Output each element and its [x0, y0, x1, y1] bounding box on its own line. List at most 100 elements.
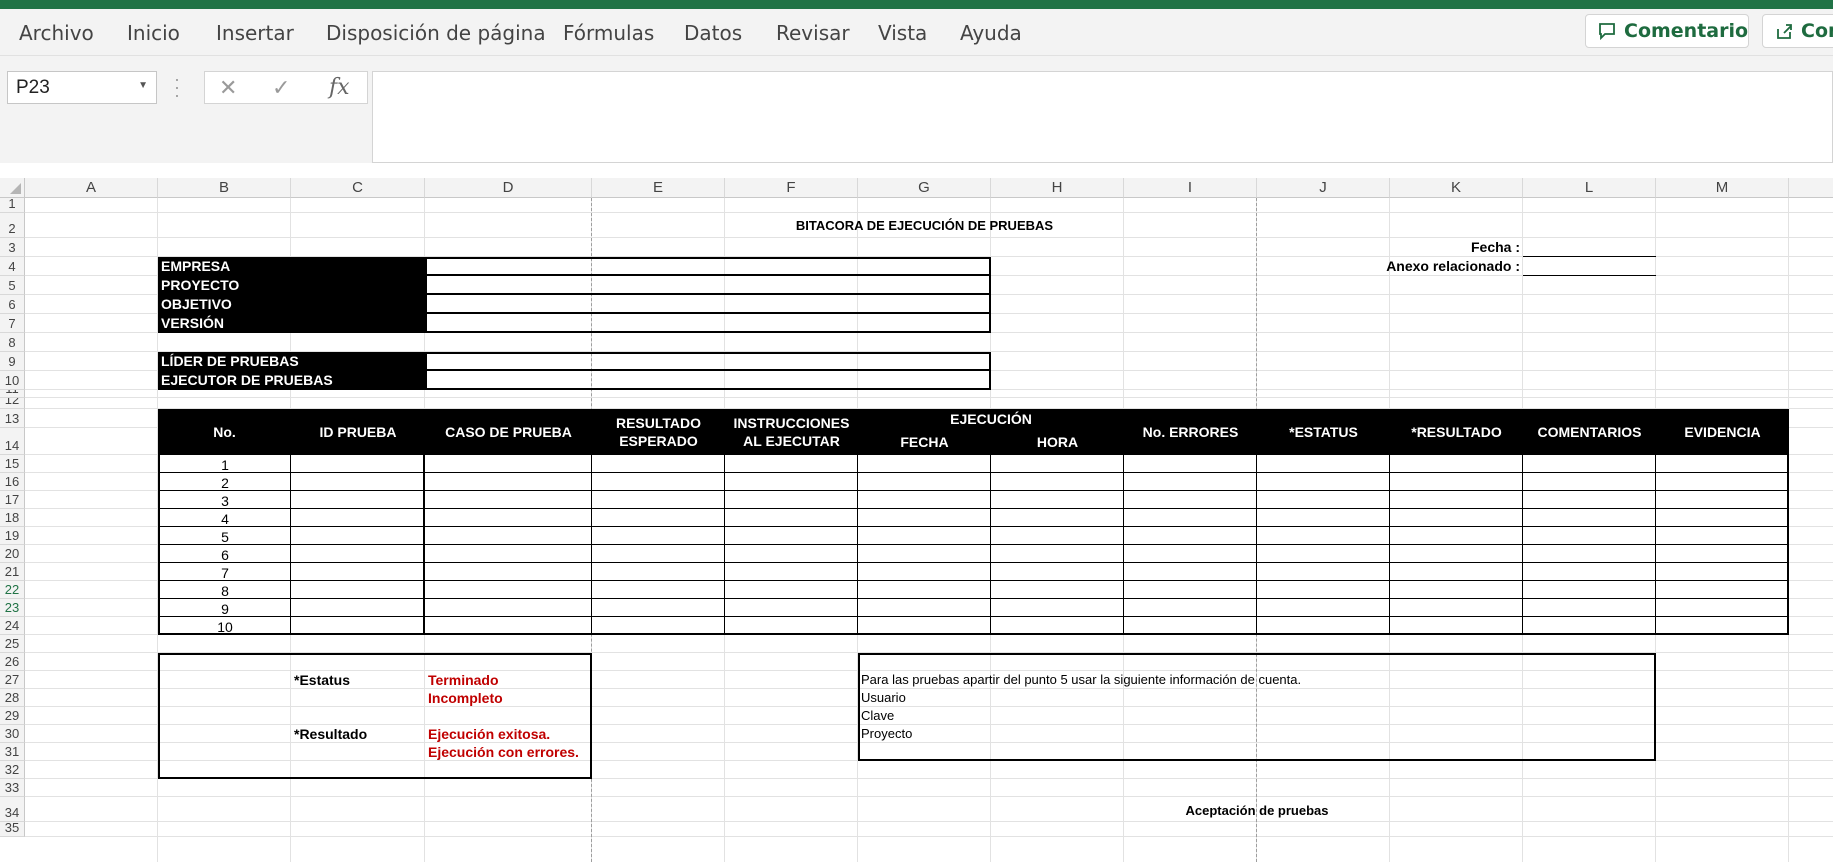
info-input-1[interactable] [425, 257, 991, 276]
row-header-32[interactable]: 32 [0, 761, 25, 779]
table-cell[interactable] [991, 509, 1124, 527]
row-header-29[interactable]: 29 [0, 707, 25, 725]
info-input-2[interactable] [425, 276, 991, 295]
column-header-c[interactable]: C [291, 178, 425, 198]
table-cell[interactable] [592, 563, 725, 581]
table-cell[interactable] [592, 509, 725, 527]
spreadsheet-grid[interactable]: ABCDEFGHIJKLM 12345678910111213141516171… [0, 178, 1833, 862]
table-cell[interactable] [1124, 491, 1257, 509]
table-cell[interactable] [991, 455, 1124, 473]
table-cell[interactable] [1390, 581, 1523, 599]
row-header-13[interactable]: 13 [0, 409, 25, 428]
info-input-3[interactable] [425, 295, 991, 314]
row-header-16[interactable]: 16 [0, 473, 25, 491]
table-cell[interactable] [1656, 545, 1789, 563]
row-header-2[interactable]: 2 [0, 213, 25, 238]
more-options-icon[interactable]: · · · [174, 70, 180, 104]
row-number-cell[interactable]: 3 [158, 491, 291, 509]
table-cell[interactable] [592, 527, 725, 545]
row-header-20[interactable]: 20 [0, 545, 25, 563]
info-input-4[interactable] [425, 314, 991, 333]
row-header-14[interactable]: 14 [0, 428, 25, 455]
table-cell[interactable] [1390, 545, 1523, 563]
table-cell[interactable] [1656, 599, 1789, 617]
column-header-e[interactable]: E [592, 178, 725, 198]
table-cell[interactable] [291, 527, 425, 545]
table-cell[interactable] [725, 509, 858, 527]
row-header-9[interactable]: 9 [0, 352, 25, 371]
row-number-cell[interactable]: 5 [158, 527, 291, 545]
table-cell[interactable] [592, 455, 725, 473]
table-cell[interactable] [1390, 491, 1523, 509]
formula-input[interactable] [372, 71, 1833, 163]
tab-archivo[interactable]: Archivo [19, 21, 94, 45]
column-header-j[interactable]: J [1257, 178, 1390, 198]
row-number-cell[interactable]: 1 [158, 455, 291, 473]
column-header-a[interactable]: A [25, 178, 158, 198]
anexo-input[interactable] [1523, 257, 1656, 276]
row-number-cell[interactable]: 8 [158, 581, 291, 599]
table-cell[interactable] [291, 617, 425, 635]
table-cell[interactable] [858, 527, 991, 545]
row-header-5[interactable]: 5 [0, 276, 25, 295]
table-cell[interactable] [1124, 545, 1257, 563]
table-cell[interactable] [1257, 617, 1390, 635]
table-cell[interactable] [1390, 473, 1523, 491]
table-cell[interactable] [1656, 563, 1789, 581]
table-cell[interactable] [1390, 527, 1523, 545]
row-header-3[interactable]: 3 [0, 238, 25, 257]
tab-disposicion[interactable]: Disposición de página [326, 21, 546, 45]
table-cell[interactable] [991, 491, 1124, 509]
table-cell[interactable] [991, 545, 1124, 563]
table-cell[interactable] [425, 599, 592, 617]
table-cell[interactable] [291, 599, 425, 617]
lead-input-1[interactable] [425, 352, 991, 371]
table-cell[interactable] [1656, 509, 1789, 527]
table-cell[interactable] [991, 581, 1124, 599]
table-cell[interactable] [592, 617, 725, 635]
tab-formulas[interactable]: Fórmulas [563, 21, 654, 45]
table-cell[interactable] [1124, 581, 1257, 599]
row-header-31[interactable]: 31 [0, 743, 25, 761]
tab-insertar[interactable]: Insertar [216, 21, 294, 45]
tab-datos[interactable]: Datos [684, 21, 742, 45]
table-cell[interactable] [291, 563, 425, 581]
table-cell[interactable] [1390, 563, 1523, 581]
table-cell[interactable] [1257, 509, 1390, 527]
table-cell[interactable] [1656, 617, 1789, 635]
row-header-24[interactable]: 24 [0, 617, 25, 635]
table-cell[interactable] [1257, 545, 1390, 563]
table-cell[interactable] [425, 617, 592, 635]
fx-icon[interactable]: fx [329, 75, 350, 100]
table-cell[interactable] [858, 473, 991, 491]
table-cell[interactable] [1656, 473, 1789, 491]
table-cell[interactable] [425, 491, 592, 509]
table-cell[interactable] [291, 455, 425, 473]
table-cell[interactable] [1390, 617, 1523, 635]
table-cell[interactable] [425, 455, 592, 473]
table-cell[interactable] [1390, 455, 1523, 473]
table-cell[interactable] [858, 581, 991, 599]
table-cell[interactable] [425, 545, 592, 563]
column-header-i[interactable]: I [1124, 178, 1257, 198]
table-cell[interactable] [592, 581, 725, 599]
table-cell[interactable] [1523, 545, 1656, 563]
column-header-k[interactable]: K [1390, 178, 1523, 198]
table-cell[interactable] [858, 599, 991, 617]
table-cell[interactable] [858, 545, 991, 563]
row-header-22[interactable]: 22 [0, 581, 25, 599]
row-number-cell[interactable]: 10 [158, 617, 291, 635]
row-header-34[interactable]: 34 [0, 797, 25, 822]
row-number-cell[interactable]: 2 [158, 473, 291, 491]
row-header-21[interactable]: 21 [0, 563, 25, 581]
table-cell[interactable] [592, 473, 725, 491]
cancel-icon[interactable]: ✕ [219, 75, 237, 101]
table-cell[interactable] [425, 527, 592, 545]
table-cell[interactable] [1523, 473, 1656, 491]
column-header-l[interactable]: L [1523, 178, 1656, 198]
table-cell[interactable] [425, 581, 592, 599]
table-cell[interactable] [991, 473, 1124, 491]
lead-input-2[interactable] [425, 371, 991, 390]
table-cell[interactable] [725, 491, 858, 509]
column-header-h[interactable]: H [991, 178, 1124, 198]
